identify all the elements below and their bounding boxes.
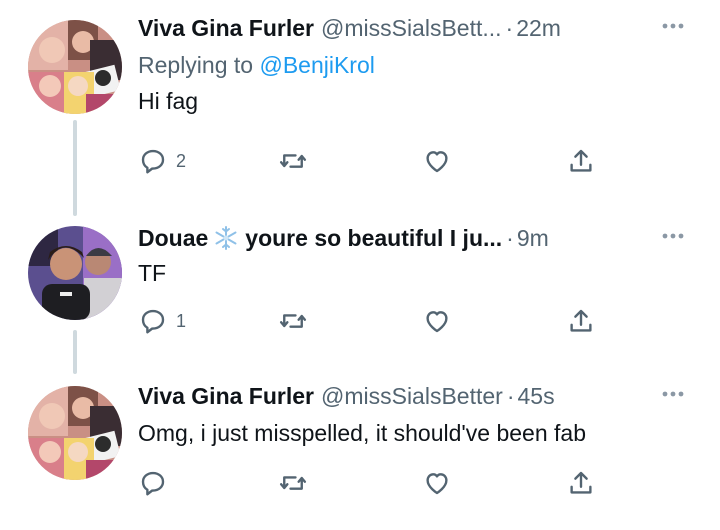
- retweet-icon: [279, 314, 307, 328]
- reply-icon: [141, 309, 165, 334]
- retweet-button[interactable]: [278, 306, 308, 336]
- tweet-header: Viva Gina Furler @missSialsBetter · 45s: [138, 376, 704, 416]
- tweet-text: Omg, i just misspelled, it should've bee…: [138, 420, 587, 446]
- thread-connector-line: [73, 120, 77, 216]
- more-icon[interactable]: [660, 230, 686, 242]
- avatar[interactable]: [28, 226, 122, 320]
- mention-link[interactable]: @BenjiKrol: [259, 52, 374, 78]
- timestamp[interactable]: 45s: [518, 383, 555, 410]
- retweet-icon: [279, 476, 307, 490]
- like-button[interactable]: [422, 146, 452, 176]
- thread-connector-line: [73, 330, 77, 374]
- share-button[interactable]: [566, 306, 596, 336]
- tweet-actions: [138, 468, 618, 504]
- tweet-actions: 2: [138, 146, 618, 182]
- display-name-suffix[interactable]: youre so beautiful I ju...: [245, 225, 502, 252]
- reply-button[interactable]: 2: [138, 146, 186, 176]
- reply-thread: Viva Gina Furler @missSialsBett... · 22m…: [0, 0, 720, 530]
- share-icon: [570, 471, 592, 494]
- share-button[interactable]: [566, 146, 596, 176]
- tweet-text: TF: [138, 260, 167, 286]
- separator-dot: ·: [506, 224, 514, 251]
- tweet-content: Viva Gina Furler @missSialsBetter · 45s …: [138, 376, 704, 496]
- tweet-header: Viva Gina Furler @missSialsBett... · 22m: [138, 8, 704, 48]
- replying-to-line: Replying to @BenjiKrol: [138, 48, 704, 82]
- retweet-button[interactable]: [278, 146, 308, 176]
- reply-icon: [141, 149, 165, 174]
- share-icon: [570, 309, 592, 332]
- heart-icon: [426, 151, 448, 173]
- reply-button[interactable]: [138, 468, 168, 498]
- like-button[interactable]: [422, 306, 452, 336]
- display-name[interactable]: Viva Gina Furler: [138, 15, 314, 42]
- share-icon: [570, 149, 592, 172]
- reply-count: 1: [176, 310, 187, 331]
- timestamp[interactable]: 9m: [517, 225, 549, 252]
- replying-to-label: Replying to: [138, 52, 260, 78]
- snowflake-icon: [215, 226, 237, 250]
- retweet-button[interactable]: [278, 468, 308, 498]
- tweet-actions: 1: [138, 306, 618, 342]
- separator-dot: ·: [506, 382, 515, 409]
- like-button[interactable]: [422, 468, 452, 498]
- tweet-header: Douae youre so beautiful I ju... · 9m: [138, 218, 704, 258]
- display-name[interactable]: Viva Gina Furler: [138, 383, 314, 410]
- reply-count: 2: [176, 150, 187, 171]
- tweet-content: Douae youre so beautiful I ju... · 9m TF…: [138, 218, 704, 334]
- tweet-text: Hi fag: [138, 88, 199, 114]
- avatar[interactable]: [28, 20, 122, 114]
- separator-dot: ·: [505, 14, 514, 41]
- heart-icon: [426, 311, 448, 333]
- share-button[interactable]: [566, 468, 596, 498]
- user-handle[interactable]: @missSialsBetter: [321, 383, 503, 410]
- display-name[interactable]: Douae: [138, 225, 208, 252]
- tweet-content: Viva Gina Furler @missSialsBett... · 22m…: [138, 8, 704, 174]
- more-icon[interactable]: [660, 388, 686, 400]
- retweet-icon: [279, 154, 307, 168]
- reply-button[interactable]: 1: [138, 306, 186, 336]
- avatar[interactable]: [28, 386, 122, 480]
- timestamp[interactable]: 22m: [516, 15, 561, 42]
- user-handle[interactable]: @missSialsBett...: [321, 15, 502, 42]
- heart-icon: [426, 473, 448, 495]
- reply-icon: [141, 471, 165, 496]
- more-icon[interactable]: [660, 20, 686, 32]
